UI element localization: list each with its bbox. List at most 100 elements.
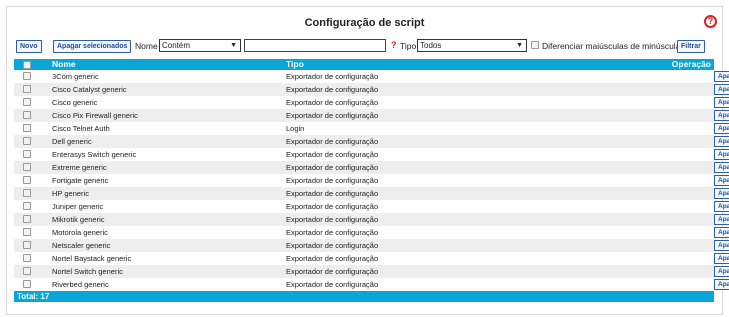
row-checkbox[interactable]	[23, 215, 31, 223]
table-row: Mikrotik generic Exportador de configuraç…	[14, 213, 729, 226]
column-header-name[interactable]: Nome	[52, 59, 76, 70]
delete-button[interactable]: Apagar	[714, 253, 729, 264]
delete-button[interactable]: Apagar	[714, 227, 729, 238]
delete-button[interactable]: Apagar	[714, 201, 729, 212]
delete-button[interactable]: Apagar	[714, 279, 729, 290]
row-checkbox[interactable]	[23, 202, 31, 210]
table-row: Dell genericExportador de configuraçãoEd…	[14, 135, 729, 148]
row-name: Mikrotik generic	[52, 215, 105, 224]
name-operator-value: Contém	[162, 41, 191, 50]
table-row: Motorola generic Exportador de configuraç…	[14, 226, 729, 239]
table-row: Netscaler generic Exportador de configura…	[14, 239, 729, 252]
row-name: Extreme generic	[52, 163, 107, 172]
row-checkbox[interactable]	[23, 267, 31, 275]
row-type: Exportador de configuração	[286, 176, 379, 185]
delete-button[interactable]: Apagar	[714, 136, 729, 147]
table-row: Cisco Telnet AuthLoginEditarApagar	[14, 122, 729, 135]
column-header-type[interactable]: Tipo	[286, 59, 304, 70]
type-select[interactable]: Todos ▼	[417, 39, 527, 52]
filter-toolbar: Novo Apagar selecionados Nome Contém ▼ ?…	[7, 37, 722, 59]
row-checkbox[interactable]	[23, 163, 31, 171]
row-type: Exportador de configuração	[286, 85, 379, 94]
filter-button[interactable]: Filtrar	[677, 40, 705, 53]
help-icon[interactable]: ?	[704, 15, 717, 28]
row-checkbox[interactable]	[23, 85, 31, 93]
row-checkbox[interactable]	[23, 280, 31, 288]
new-button[interactable]: Novo	[16, 40, 42, 53]
row-type: Exportador de configuração	[286, 111, 379, 120]
delete-button[interactable]: Apagar	[714, 97, 729, 108]
column-header-operation: Operação	[671, 59, 711, 69]
row-checkbox[interactable]	[23, 176, 31, 184]
delete-button[interactable]: Apagar	[714, 71, 729, 82]
select-all-checkbox[interactable]	[23, 61, 31, 69]
row-checkbox[interactable]	[23, 150, 31, 158]
row-name: Nortel Switch generic	[52, 267, 123, 276]
scripts-table: Nome Tipo Operação 3Com generic Exportado…	[14, 59, 729, 302]
row-checkbox[interactable]	[23, 124, 31, 132]
row-type: Exportador de configuração	[286, 137, 379, 146]
row-checkbox[interactable]	[23, 111, 31, 119]
row-checkbox[interactable]	[23, 228, 31, 236]
name-operator-select[interactable]: Contém ▼	[159, 39, 241, 52]
row-checkbox[interactable]	[23, 72, 31, 80]
table-row: Cisco Catalyst generic Exportador de conf…	[14, 83, 729, 96]
row-type: Exportador de configuração	[286, 267, 379, 276]
row-name: Cisco Catalyst generic	[52, 85, 127, 94]
table-header: Nome Tipo Operação	[14, 59, 714, 70]
name-search-input[interactable]	[244, 39, 386, 52]
row-type: Exportador de configuração	[286, 98, 379, 107]
delete-button[interactable]: Apagar	[714, 149, 729, 160]
row-name: Dell generic	[52, 137, 92, 146]
title-bar: Configuração de script ?	[7, 7, 722, 37]
row-name: Cisco generic	[52, 98, 98, 107]
delete-button[interactable]: Apagar	[714, 162, 729, 173]
table-body: 3Com genericExportador de configuraçãoEd…	[14, 70, 729, 291]
delete-button[interactable]: Apagar	[714, 188, 729, 199]
row-name: Cisco Pix Firewall generic	[52, 111, 138, 120]
delete-button[interactable]: Apagar	[714, 110, 729, 121]
delete-button[interactable]: Apagar	[714, 214, 729, 225]
row-checkbox[interactable]	[23, 98, 31, 106]
delete-button[interactable]: Apagar	[714, 123, 729, 134]
row-type: Exportador de configuração	[286, 163, 379, 172]
delete-button[interactable]: Apagar	[714, 84, 729, 95]
row-type: Exportador de configuração	[286, 150, 379, 159]
name-filter-label: Nome	[135, 41, 158, 51]
row-type: Exportador de configuração	[286, 72, 379, 81]
table-row: Juniper generic Exportador de configuraçã…	[14, 200, 729, 213]
row-type: Exportador de configuração	[286, 215, 379, 224]
help-mark-icon: ?	[391, 40, 397, 50]
dropdown-arrow-icon: ▼	[230, 42, 237, 49]
table-row: Cisco Pix Firewall generic Exportador de …	[14, 109, 729, 122]
delete-button[interactable]: Apagar	[714, 266, 729, 277]
dropdown-arrow-icon: ▼	[516, 42, 523, 49]
row-name: Enterasys Switch generic	[52, 150, 137, 159]
delete-button[interactable]: Apagar	[714, 175, 729, 186]
row-name: HP generic	[52, 189, 89, 198]
table-row: Nortel Baystack generic Exportador de con…	[14, 252, 729, 265]
row-type: Exportador de configuração	[286, 202, 379, 211]
row-checkbox[interactable]	[23, 189, 31, 197]
table-row: Cisco genericExportador de configuraçãoE…	[14, 96, 729, 109]
row-checkbox[interactable]	[23, 254, 31, 262]
table-row: HP genericExportador de configuraçãoEdit…	[14, 187, 729, 200]
table-row: Enterasys Switch generic Exportador de co…	[14, 148, 729, 161]
table-row: Riverbed generic Exportador de configuraç…	[14, 278, 729, 291]
delete-selected-button[interactable]: Apagar selecionados	[53, 40, 132, 53]
row-type: Exportador de configuração	[286, 241, 379, 250]
row-checkbox[interactable]	[23, 241, 31, 249]
table-total: Total: 17	[14, 291, 714, 302]
row-type: Exportador de configuração	[286, 280, 379, 289]
page-title: Configuração de script	[304, 17, 425, 29]
row-name: Motorola generic	[52, 228, 108, 237]
type-filter-label: Tipo	[400, 41, 417, 51]
row-type: Exportador de configuração	[286, 228, 379, 237]
delete-button[interactable]: Apagar	[714, 240, 729, 251]
case-sensitive-checkbox[interactable]	[531, 41, 539, 49]
type-select-value: Todos	[420, 41, 442, 50]
row-name: Juniper generic	[52, 202, 104, 211]
row-name: Fortigate generic	[52, 176, 109, 185]
row-checkbox[interactable]	[23, 137, 31, 145]
row-name: Riverbed generic	[52, 280, 109, 289]
